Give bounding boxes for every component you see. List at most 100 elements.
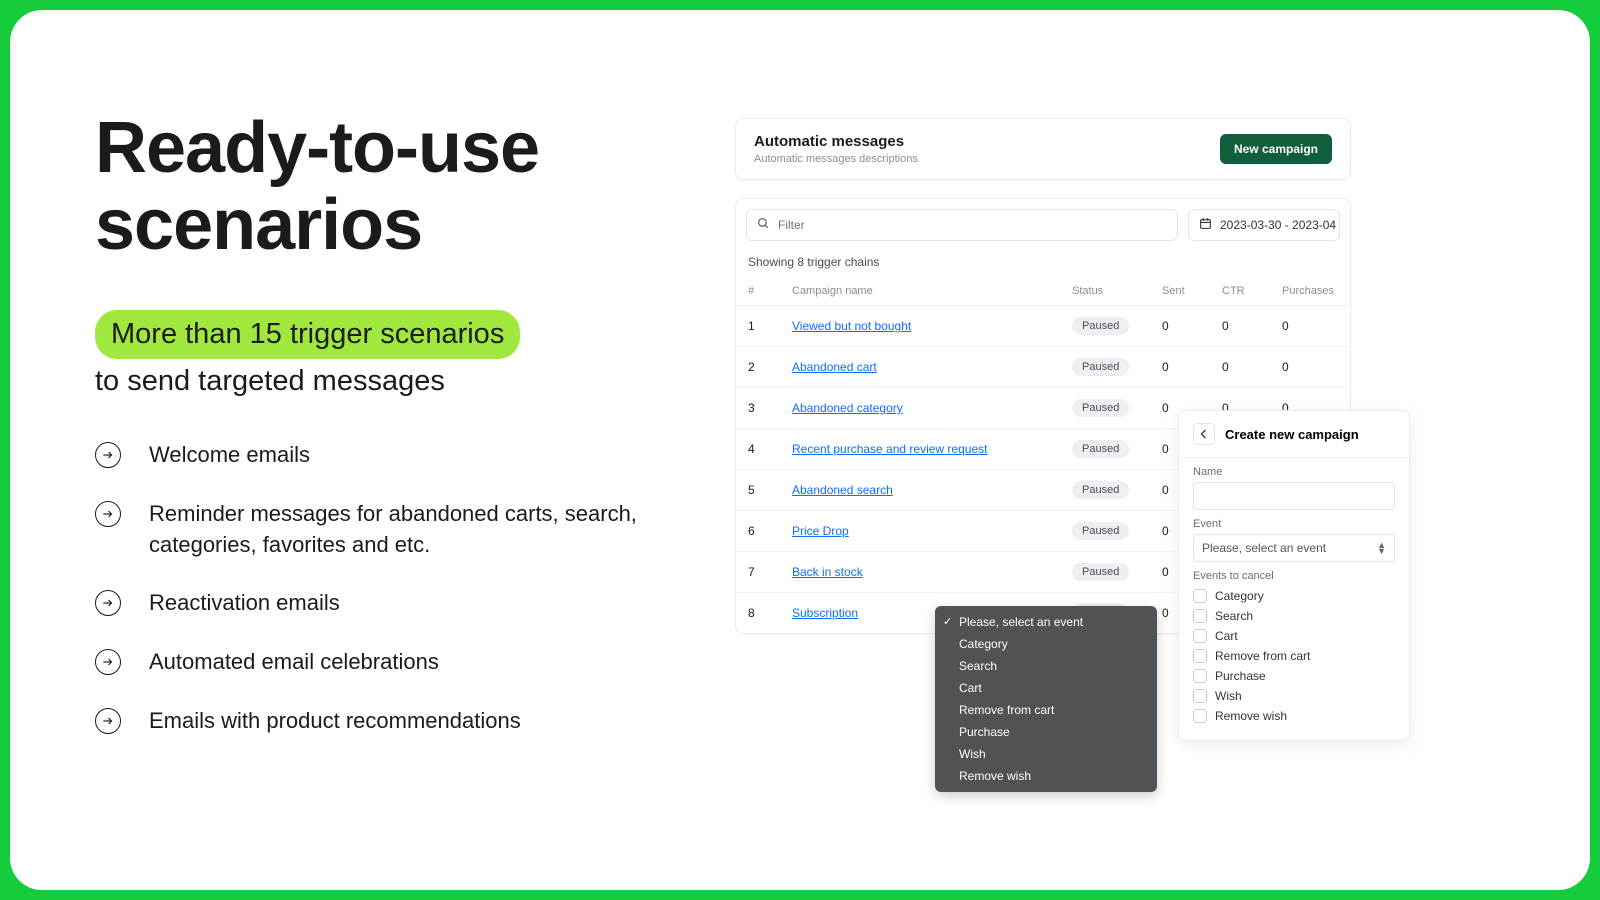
event-dropdown[interactable]: Please, select an event CategorySearchCa… — [935, 606, 1157, 792]
dropdown-item[interactable]: Wish — [935, 743, 1157, 765]
dropdown-item[interactable]: Purchase — [935, 721, 1157, 743]
page-headline: Ready-to-use scenarios — [95, 110, 705, 264]
bullet-text: Welcome emails — [149, 440, 310, 471]
bullet-text: Automated email celebrations — [149, 647, 439, 678]
checkbox-icon — [1193, 609, 1207, 623]
row-num: 8 — [736, 593, 780, 634]
campaign-link[interactable]: Abandoned category — [792, 401, 903, 415]
cancel-checkbox[interactable]: Category — [1193, 586, 1395, 606]
cancel-checkbox[interactable]: Wish — [1193, 686, 1395, 706]
dropdown-placeholder[interactable]: Please, select an event — [935, 611, 1157, 633]
purchases-value: 0 — [1270, 347, 1350, 388]
dropdown-item[interactable]: Search — [935, 655, 1157, 677]
checkbox-icon — [1193, 709, 1207, 723]
col-campaign: Campaign name — [780, 277, 1060, 306]
cancel-checkbox[interactable]: Remove from cart — [1193, 646, 1395, 666]
arrow-icon — [95, 708, 121, 734]
col-num: # — [736, 277, 780, 306]
bullet-item: Automated email celebrations — [95, 647, 705, 678]
col-sent: Sent — [1150, 277, 1210, 306]
row-num: 7 — [736, 552, 780, 593]
col-ctr: CTR — [1210, 277, 1270, 306]
campaign-link[interactable]: Abandoned search — [792, 483, 893, 497]
row-num: 5 — [736, 470, 780, 511]
highlighted-text: More than 15 trigger scenarios — [95, 310, 520, 359]
showing-count: Showing 8 trigger chains — [736, 251, 1350, 277]
dropdown-item[interactable]: Category — [935, 633, 1157, 655]
new-campaign-button[interactable]: New campaign — [1220, 134, 1332, 164]
checkbox-icon — [1193, 589, 1207, 603]
campaign-link[interactable]: Viewed but not bought — [792, 319, 911, 333]
sent-value: 0 — [1150, 347, 1210, 388]
cancel-checkbox[interactable]: Search — [1193, 606, 1395, 626]
status-badge: Paused — [1072, 481, 1129, 499]
event-select[interactable]: Please, select an event ▲▼ — [1193, 534, 1395, 562]
status-badge: Paused — [1072, 358, 1129, 376]
bullet-item: Emails with product recommendations — [95, 706, 705, 737]
messages-header: Automatic messages Automatic messages de… — [735, 118, 1351, 180]
arrow-icon — [95, 442, 121, 468]
cancel-checkbox[interactable]: Purchase — [1193, 666, 1395, 686]
bullet-item: Reactivation emails — [95, 588, 705, 619]
subheading-rest: to send targeted messages — [95, 365, 445, 397]
checkbox-icon — [1193, 689, 1207, 703]
checkbox-label: Category — [1215, 589, 1264, 603]
filter-input-wrapper[interactable] — [746, 209, 1178, 241]
col-status: Status — [1060, 277, 1150, 306]
ctr-value: 0 — [1210, 347, 1270, 388]
campaign-link[interactable]: Recent purchase and review request — [792, 442, 987, 456]
checkbox-label: Remove from cart — [1215, 649, 1310, 663]
arrow-icon — [95, 501, 121, 527]
arrow-icon — [95, 590, 121, 616]
bullet-text: Reminder messages for abandoned carts, s… — [149, 499, 705, 561]
checkbox-icon — [1193, 629, 1207, 643]
name-label: Name — [1193, 466, 1395, 478]
cancel-checkbox[interactable]: Remove wish — [1193, 706, 1395, 726]
checkbox-label: Search — [1215, 609, 1253, 623]
table-row: 2Abandoned cartPaused000 — [736, 347, 1350, 388]
campaign-name-input[interactable] — [1193, 482, 1395, 510]
date-range-text: 2023-03-30 - 2023-04 — [1220, 218, 1336, 232]
checkbox-icon — [1193, 649, 1207, 663]
campaign-link[interactable]: Price Drop — [792, 524, 849, 538]
bullet-item: Reminder messages for abandoned carts, s… — [95, 499, 705, 561]
row-num: 4 — [736, 429, 780, 470]
status-badge: Paused — [1072, 563, 1129, 581]
sent-value: 0 — [1150, 306, 1210, 347]
event-label: Event — [1193, 518, 1395, 530]
campaign-link[interactable]: Subscription — [792, 606, 858, 620]
back-button[interactable] — [1193, 423, 1215, 445]
row-num: 6 — [736, 511, 780, 552]
ctr-value: 0 — [1210, 306, 1270, 347]
status-badge: Paused — [1072, 440, 1129, 458]
headline-line1: Ready-to-use — [95, 108, 539, 188]
row-num: 1 — [736, 306, 780, 347]
date-range-picker[interactable]: 2023-03-30 - 2023-04 — [1188, 209, 1340, 241]
campaign-link[interactable]: Back in stock — [792, 565, 863, 579]
subheading: More than 15 trigger scenarios to send t… — [95, 310, 705, 404]
campaign-link[interactable]: Abandoned cart — [792, 360, 877, 374]
filter-input[interactable] — [778, 218, 1167, 232]
dropdown-item[interactable]: Remove wish — [935, 765, 1157, 787]
calendar-icon — [1199, 217, 1212, 233]
status-badge: Paused — [1072, 522, 1129, 540]
checkbox-label: Wish — [1215, 689, 1242, 703]
dropdown-item[interactable]: Cart — [935, 677, 1157, 699]
status-badge: Paused — [1072, 317, 1129, 335]
cancel-checkbox[interactable]: Cart — [1193, 626, 1395, 646]
purchases-value: 0 — [1270, 306, 1350, 347]
arrow-icon — [95, 649, 121, 675]
event-select-text: Please, select an event — [1202, 541, 1326, 555]
events-cancel-label: Events to cancel — [1193, 570, 1395, 582]
table-row: 1Viewed but not boughtPaused000 — [736, 306, 1350, 347]
create-campaign-title: Create new campaign — [1225, 427, 1359, 442]
status-badge: Paused — [1072, 399, 1129, 417]
dropdown-item[interactable]: Remove from cart — [935, 699, 1157, 721]
bullet-text: Emails with product recommendations — [149, 706, 521, 737]
create-campaign-panel: Create new campaign Name Event Please, s… — [1178, 410, 1410, 741]
headline-line2: scenarios — [95, 185, 422, 265]
row-num: 2 — [736, 347, 780, 388]
checkbox-icon — [1193, 669, 1207, 683]
row-num: 3 — [736, 388, 780, 429]
bullet-item: Welcome emails — [95, 440, 705, 471]
